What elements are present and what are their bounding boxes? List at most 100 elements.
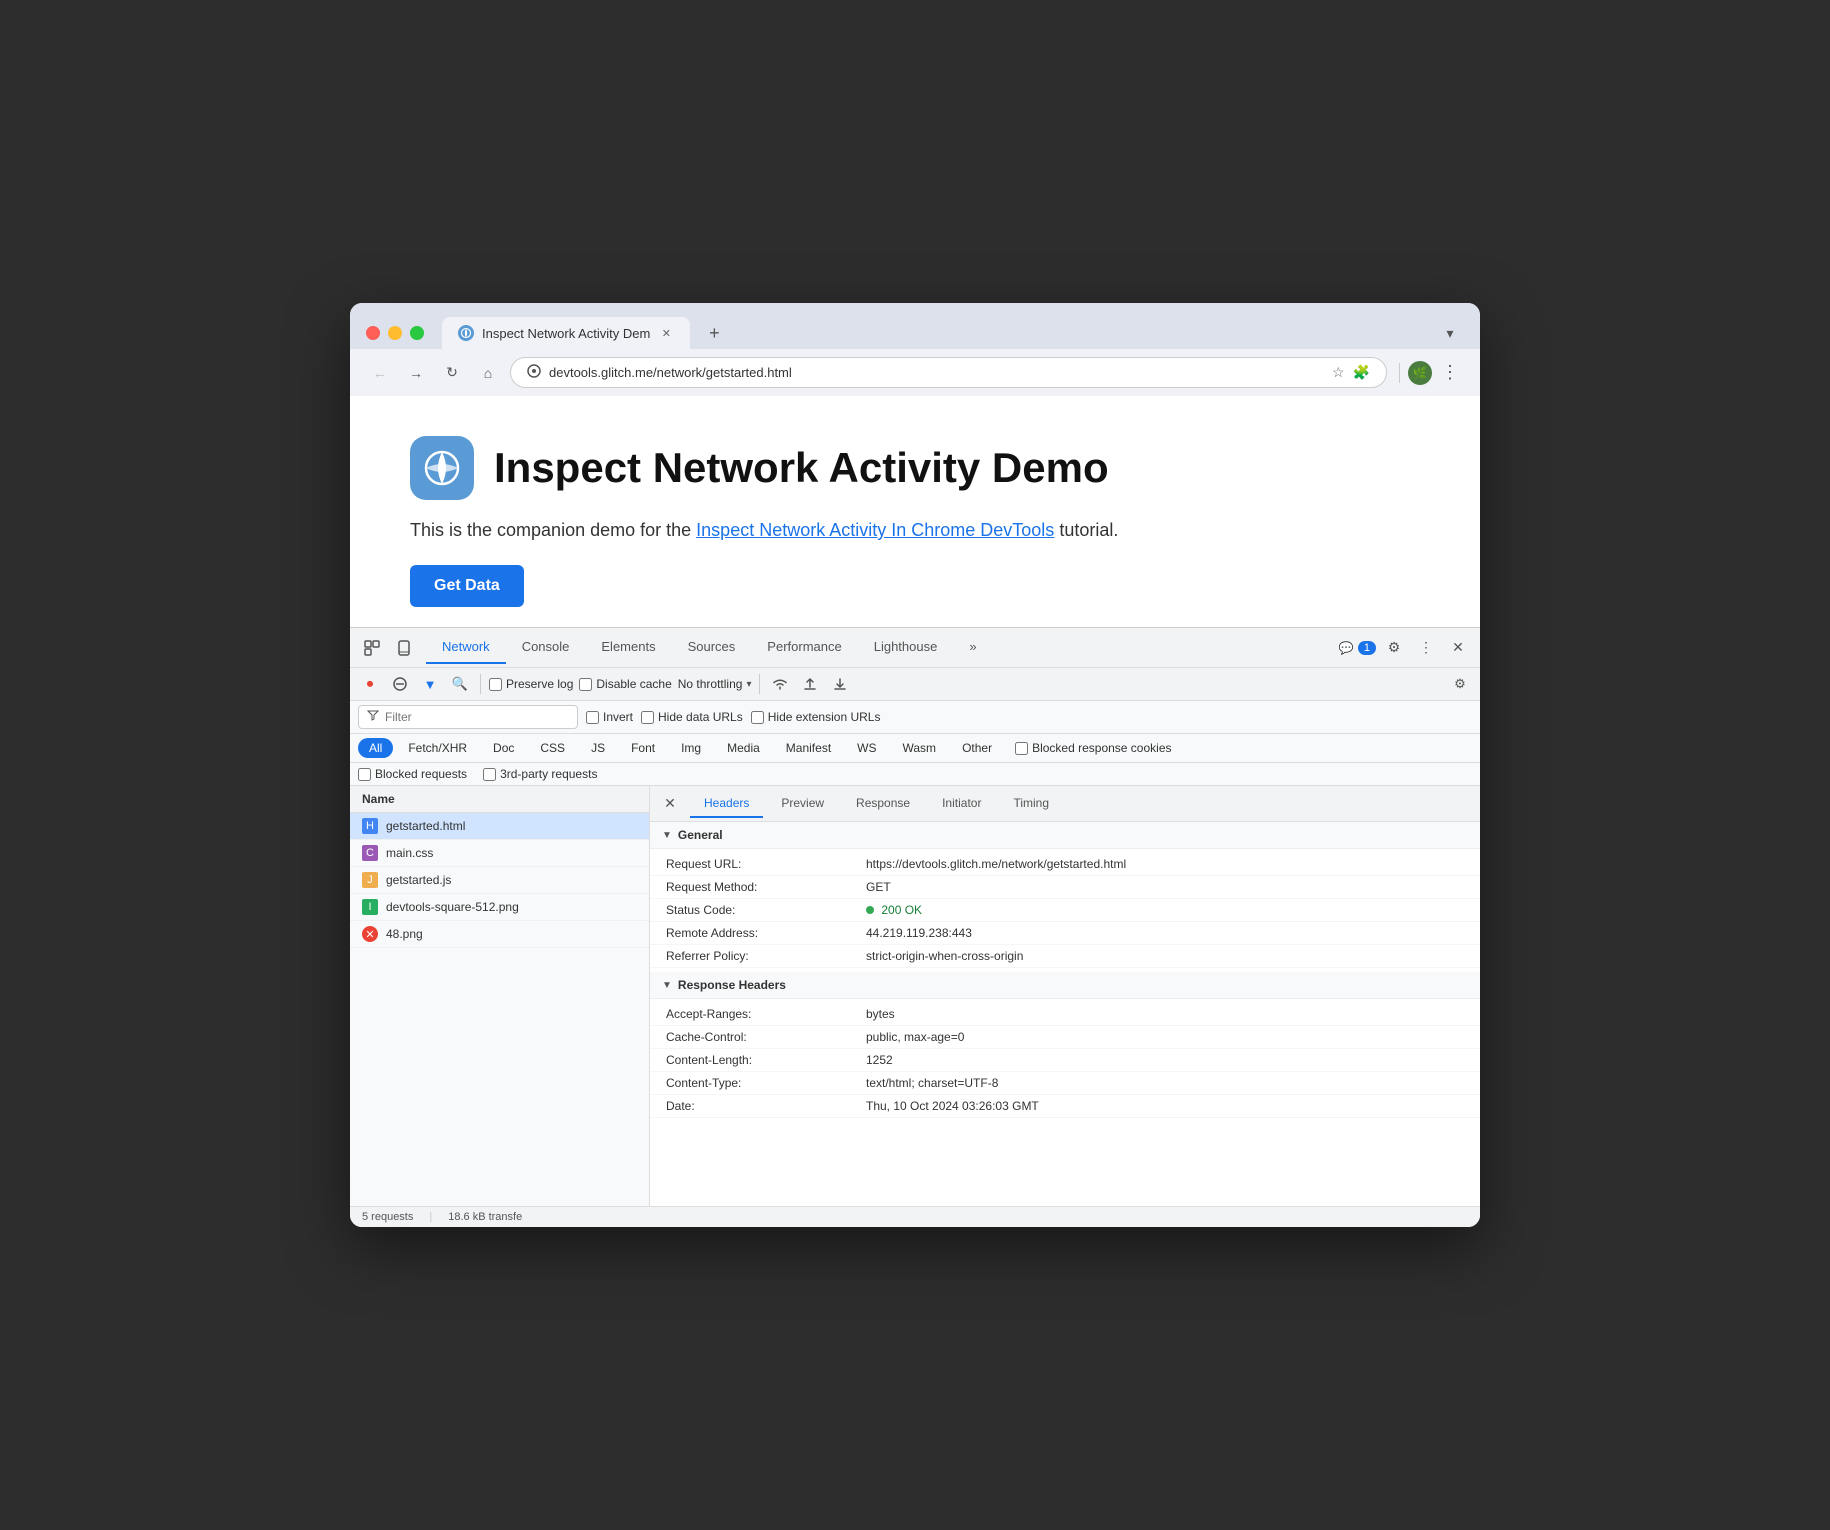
hide-data-urls-checkbox[interactable] bbox=[641, 711, 654, 724]
tab-lighthouse[interactable]: Lighthouse bbox=[858, 631, 954, 664]
tab-performance[interactable]: Performance bbox=[751, 631, 857, 664]
filter-css[interactable]: CSS bbox=[529, 738, 576, 758]
invert-filter-label[interactable]: Invert bbox=[586, 710, 633, 724]
disable-cache-checkbox[interactable] bbox=[579, 678, 592, 691]
blocked-requests-label[interactable]: Blocked requests bbox=[358, 767, 467, 781]
requests-row: Blocked requests 3rd-party requests bbox=[350, 763, 1480, 786]
wifi-button[interactable] bbox=[768, 672, 792, 696]
list-item[interactable]: ✕ 48.png bbox=[350, 921, 649, 948]
invert-checkbox[interactable] bbox=[586, 711, 599, 724]
filter-font[interactable]: Font bbox=[620, 738, 666, 758]
devtools-more-button[interactable]: ⋮ bbox=[1412, 634, 1440, 662]
throttle-select-wrap[interactable]: No throttling ▾ bbox=[678, 677, 752, 691]
filter-ws[interactable]: WS bbox=[846, 738, 887, 758]
back-button[interactable]: ← bbox=[366, 359, 394, 387]
disable-cache-label[interactable]: Disable cache bbox=[579, 677, 671, 691]
active-tab[interactable]: Inspect Network Activity Dem ✕ bbox=[442, 317, 690, 349]
profile-avatar[interactable]: 🌿 bbox=[1408, 361, 1432, 385]
get-data-button[interactable]: Get Data bbox=[410, 565, 524, 607]
subtitle-end: tutorial. bbox=[1059, 520, 1118, 540]
general-section-header[interactable]: ▼ General bbox=[650, 822, 1480, 849]
bookmark-icon[interactable]: ☆ bbox=[1332, 364, 1345, 381]
detail-tab-initiator[interactable]: Initiator bbox=[928, 790, 995, 818]
import-button[interactable] bbox=[798, 672, 822, 696]
filter-media[interactable]: Media bbox=[716, 738, 771, 758]
network-settings-button[interactable]: ⚙ bbox=[1448, 672, 1472, 696]
tab-network[interactable]: Network bbox=[426, 631, 506, 664]
header-field-value: text/html; charset=UTF-8 bbox=[866, 1076, 1464, 1090]
network-main: Name H getstarted.html C main.css J gets… bbox=[350, 786, 1480, 1206]
address-bar[interactable]: devtools.glitch.me/network/getstarted.ht… bbox=[510, 357, 1387, 388]
filter-all[interactable]: All bbox=[358, 738, 393, 758]
list-item[interactable]: I devtools-square-512.png bbox=[350, 894, 649, 921]
close-button[interactable] bbox=[366, 326, 380, 340]
preserve-log-checkbox[interactable] bbox=[489, 678, 502, 691]
page-content: Inspect Network Activity Demo This is th… bbox=[350, 396, 1480, 627]
filter-fetch-xhr[interactable]: Fetch/XHR bbox=[397, 738, 478, 758]
header-row: Request Method: GET bbox=[650, 876, 1480, 899]
filter-doc[interactable]: Doc bbox=[482, 738, 525, 758]
list-item[interactable]: H getstarted.html bbox=[350, 813, 649, 840]
refresh-button[interactable]: ↻ bbox=[438, 359, 466, 387]
tab-elements[interactable]: Elements bbox=[585, 631, 671, 664]
home-button[interactable]: ⌂ bbox=[474, 359, 502, 387]
search-button[interactable]: 🔍 bbox=[448, 672, 472, 696]
header-row: Status Code: 200 OK bbox=[650, 899, 1480, 922]
filter-wasm[interactable]: Wasm bbox=[892, 738, 948, 758]
filter-img[interactable]: Img bbox=[670, 738, 712, 758]
response-section-header[interactable]: ▼ Response Headers bbox=[650, 972, 1480, 999]
forward-button[interactable]: → bbox=[402, 359, 430, 387]
preserve-log-label[interactable]: Preserve log bbox=[489, 677, 573, 691]
general-section-label: General bbox=[678, 828, 723, 842]
filter-js[interactable]: JS bbox=[580, 738, 616, 758]
extension-icon[interactable]: 🧩 bbox=[1353, 364, 1370, 381]
minimize-button[interactable] bbox=[388, 326, 402, 340]
third-party-checkbox[interactable] bbox=[483, 768, 496, 781]
devtools-settings-button[interactable]: ⚙ bbox=[1380, 634, 1408, 662]
tab-title: Inspect Network Activity Dem bbox=[482, 326, 650, 341]
third-party-label[interactable]: 3rd-party requests bbox=[483, 767, 597, 781]
filter-input[interactable] bbox=[385, 710, 545, 724]
devtools-tool-icons bbox=[358, 634, 418, 662]
blocked-cookies-label[interactable]: Blocked response cookies bbox=[1015, 741, 1171, 755]
filter-other[interactable]: Other bbox=[951, 738, 1003, 758]
devtools-tabs-right: 💬 1 ⚙ ⋮ ✕ bbox=[1339, 634, 1472, 662]
filter-input-wrap[interactable] bbox=[358, 705, 578, 729]
device-toolbar-button[interactable] bbox=[390, 634, 418, 662]
header-row: Cache-Control: public, max-age=0 bbox=[650, 1026, 1480, 1049]
subtitle-link[interactable]: Inspect Network Activity In Chrome DevTo… bbox=[696, 520, 1054, 540]
hide-ext-urls-checkbox[interactable] bbox=[751, 711, 764, 724]
detail-tab-headers[interactable]: Headers bbox=[690, 790, 763, 818]
tab-dropdown-button[interactable]: ▾ bbox=[1436, 319, 1464, 347]
tab-more[interactable]: » bbox=[953, 631, 992, 664]
header-field-name: Content-Length: bbox=[666, 1053, 866, 1067]
hide-ext-urls-label[interactable]: Hide extension URLs bbox=[751, 710, 881, 724]
subtitle-text: This is the companion demo for the bbox=[410, 520, 691, 540]
tab-console[interactable]: Console bbox=[506, 631, 586, 664]
detail-close-button[interactable]: ✕ bbox=[658, 792, 682, 816]
response-section-label: Response Headers bbox=[678, 978, 786, 992]
filter-row: Invert Hide data URLs Hide extension URL… bbox=[350, 701, 1480, 734]
new-tab-button[interactable]: + bbox=[700, 319, 728, 347]
filter-manifest[interactable]: Manifest bbox=[775, 738, 842, 758]
status-bar: 5 requests | 18.6 kB transfe bbox=[350, 1206, 1480, 1227]
list-item[interactable]: J getstarted.js bbox=[350, 867, 649, 894]
list-item[interactable]: C main.css bbox=[350, 840, 649, 867]
tab-sources[interactable]: Sources bbox=[672, 631, 752, 664]
record-button[interactable]: ⏺ bbox=[358, 672, 382, 696]
blocked-requests-checkbox[interactable] bbox=[358, 768, 371, 781]
hide-data-urls-label[interactable]: Hide data URLs bbox=[641, 710, 743, 724]
inspect-element-button[interactable] bbox=[358, 634, 386, 662]
detail-tab-response[interactable]: Response bbox=[842, 790, 924, 818]
detail-tab-preview[interactable]: Preview bbox=[767, 790, 838, 818]
tab-close-button[interactable]: ✕ bbox=[658, 325, 674, 341]
devtools-close-button[interactable]: ✕ bbox=[1444, 634, 1472, 662]
blocked-cookies-checkbox[interactable] bbox=[1015, 742, 1028, 755]
export-button[interactable] bbox=[828, 672, 852, 696]
browser-menu-button[interactable]: ⋮ bbox=[1436, 359, 1464, 387]
detail-tab-timing[interactable]: Timing bbox=[999, 790, 1063, 818]
clear-button[interactable] bbox=[388, 672, 412, 696]
filter-button[interactable]: ▼ bbox=[418, 672, 442, 696]
fullscreen-button[interactable] bbox=[410, 326, 424, 340]
header-row: Request URL: https://devtools.glitch.me/… bbox=[650, 853, 1480, 876]
